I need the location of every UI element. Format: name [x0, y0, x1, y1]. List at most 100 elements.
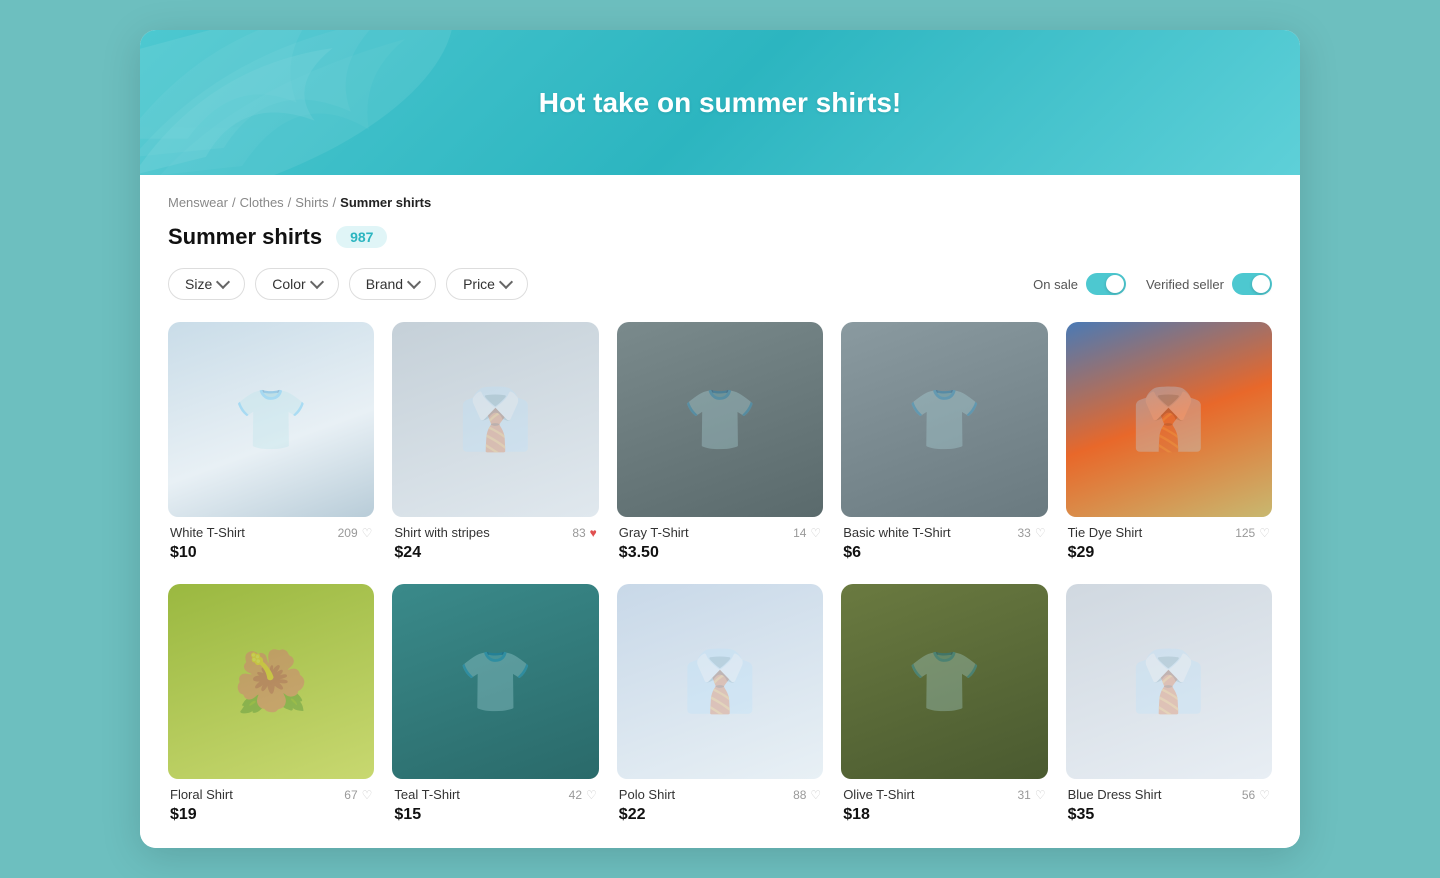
- content-area: Menswear / Clothes / Shirts / Summer shi…: [140, 175, 1300, 848]
- breadcrumb-shirts[interactable]: Shirts: [295, 195, 328, 210]
- heart-icon[interactable]: ♡: [1259, 788, 1270, 802]
- price-chevron-icon: [499, 275, 513, 289]
- product-image: 🌺: [168, 584, 374, 779]
- breadcrumb-menswear[interactable]: Menswear: [168, 195, 228, 210]
- product-likes: 56 ♡: [1242, 788, 1270, 802]
- likes-count: 42: [569, 788, 582, 802]
- product-image: 👕: [617, 322, 823, 517]
- product-image-emoji: 👔: [617, 584, 823, 779]
- product-price: $18: [843, 806, 1045, 824]
- product-image-emoji: 👔: [1066, 584, 1272, 779]
- heart-icon[interactable]: ♡: [1035, 788, 1046, 802]
- product-info: Olive T-Shirt 31 ♡ $18: [841, 779, 1047, 828]
- heart-icon[interactable]: ♡: [1035, 526, 1046, 540]
- on-sale-toggle[interactable]: [1086, 273, 1126, 295]
- size-filter[interactable]: Size: [168, 268, 245, 300]
- likes-count: 14: [793, 526, 806, 540]
- product-name: Tie Dye Shirt: [1068, 525, 1143, 540]
- products-grid: 👕 White T-Shirt 209 ♡ $10 👔 Shirt with s…: [168, 322, 1272, 828]
- product-card[interactable]: 🌺 Floral Shirt 67 ♡ $19: [168, 584, 374, 828]
- heart-icon[interactable]: ♡: [362, 788, 373, 802]
- heart-icon[interactable]: ♡: [810, 526, 821, 540]
- likes-count: 88: [793, 788, 806, 802]
- product-price: $29: [1068, 544, 1270, 562]
- verified-seller-toggle[interactable]: [1232, 273, 1272, 295]
- page-title: Summer shirts: [168, 224, 322, 250]
- brand-filter[interactable]: Brand: [349, 268, 436, 300]
- product-name: Shirt with stripes: [394, 525, 489, 540]
- color-chevron-icon: [310, 275, 324, 289]
- product-image-emoji: 👕: [617, 322, 823, 517]
- breadcrumb-clothes[interactable]: Clothes: [240, 195, 284, 210]
- product-info: Floral Shirt 67 ♡ $19: [168, 779, 374, 828]
- product-card[interactable]: 👕 Teal T-Shirt 42 ♡ $15: [392, 584, 598, 828]
- product-card[interactable]: 👕 Basic white T-Shirt 33 ♡ $6: [841, 322, 1047, 566]
- product-price: $3.50: [619, 544, 821, 562]
- product-info: Shirt with stripes 83 ♥ $24: [392, 517, 598, 566]
- product-image-emoji: 🌺: [168, 584, 374, 779]
- on-sale-label: On sale: [1033, 277, 1078, 292]
- breadcrumb-sep3: /: [333, 195, 337, 210]
- color-filter-label: Color: [272, 276, 305, 292]
- product-name-row: Blue Dress Shirt 56 ♡: [1068, 787, 1270, 802]
- product-card[interactable]: 👕 Olive T-Shirt 31 ♡ $18: [841, 584, 1047, 828]
- product-likes: 125 ♡: [1235, 526, 1270, 540]
- breadcrumb-sep2: /: [288, 195, 292, 210]
- product-price: $22: [619, 806, 821, 824]
- brand-filter-label: Brand: [366, 276, 403, 292]
- product-likes: 14 ♡: [793, 526, 821, 540]
- size-filter-label: Size: [185, 276, 212, 292]
- product-image: 👕: [841, 584, 1047, 779]
- product-card[interactable]: 👕 Gray T-Shirt 14 ♡ $3.50: [617, 322, 823, 566]
- product-name: Basic white T-Shirt: [843, 525, 950, 540]
- color-filter[interactable]: Color: [255, 268, 338, 300]
- product-card[interactable]: 👔 Shirt with stripes 83 ♥ $24: [392, 322, 598, 566]
- product-info: Tie Dye Shirt 125 ♡ $29: [1066, 517, 1272, 566]
- product-image-emoji: 👕: [168, 322, 374, 517]
- heart-icon[interactable]: ♡: [362, 526, 373, 540]
- product-image: 👕: [392, 584, 598, 779]
- product-image: 👔: [617, 584, 823, 779]
- likes-count: 209: [338, 526, 358, 540]
- product-price: $35: [1068, 806, 1270, 824]
- product-price: $19: [170, 806, 372, 824]
- product-name: Floral Shirt: [170, 787, 233, 802]
- likes-count: 31: [1017, 788, 1030, 802]
- product-card[interactable]: 👔 Tie Dye Shirt 125 ♡ $29: [1066, 322, 1272, 566]
- heart-icon[interactable]: ♡: [810, 788, 821, 802]
- product-info: Blue Dress Shirt 56 ♡ $35: [1066, 779, 1272, 828]
- product-likes: 67 ♡: [344, 788, 372, 802]
- product-name: White T-Shirt: [170, 525, 245, 540]
- heart-icon[interactable]: ♡: [586, 788, 597, 802]
- likes-count: 33: [1017, 526, 1030, 540]
- product-image: 👔: [1066, 322, 1272, 517]
- heart-icon[interactable]: ♥: [590, 526, 597, 540]
- product-price: $10: [170, 544, 372, 562]
- product-image-emoji: 👕: [841, 584, 1047, 779]
- filters-bar: Size Color Brand Price On sale: [168, 268, 1272, 300]
- likes-count: 83: [572, 526, 585, 540]
- product-image-emoji: 👕: [841, 322, 1047, 517]
- product-name-row: Teal T-Shirt 42 ♡: [394, 787, 596, 802]
- product-likes: 83 ♥: [572, 526, 596, 540]
- heart-icon[interactable]: ♡: [1259, 526, 1270, 540]
- product-likes: 31 ♡: [1017, 788, 1045, 802]
- product-likes: 88 ♡: [793, 788, 821, 802]
- product-info: Gray T-Shirt 14 ♡ $3.50: [617, 517, 823, 566]
- likes-count: 67: [344, 788, 357, 802]
- product-image: 👕: [168, 322, 374, 517]
- product-info: Teal T-Shirt 42 ♡ $15: [392, 779, 598, 828]
- product-name-row: Gray T-Shirt 14 ♡: [619, 525, 821, 540]
- product-image: 👔: [1066, 584, 1272, 779]
- product-image: 👕: [841, 322, 1047, 517]
- price-filter-label: Price: [463, 276, 495, 292]
- product-name-row: Basic white T-Shirt 33 ♡: [843, 525, 1045, 540]
- product-card[interactable]: 👔 Polo Shirt 88 ♡ $22: [617, 584, 823, 828]
- likes-count: 125: [1235, 526, 1255, 540]
- price-filter[interactable]: Price: [446, 268, 528, 300]
- product-card[interactable]: 👔 Blue Dress Shirt 56 ♡ $35: [1066, 584, 1272, 828]
- verified-seller-toggle-group: Verified seller: [1146, 273, 1272, 295]
- product-card[interactable]: 👕 White T-Shirt 209 ♡ $10: [168, 322, 374, 566]
- verified-seller-label: Verified seller: [1146, 277, 1224, 292]
- product-likes: 33 ♡: [1017, 526, 1045, 540]
